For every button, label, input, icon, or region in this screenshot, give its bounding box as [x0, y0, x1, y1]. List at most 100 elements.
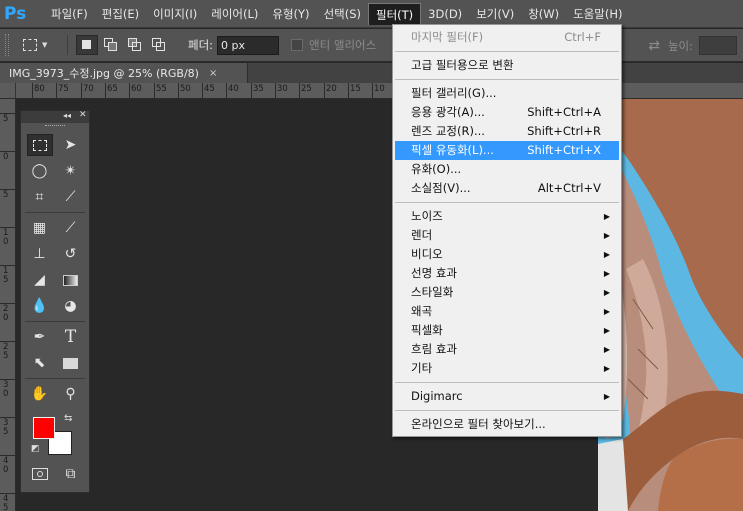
rect-marquee-tool[interactable] — [26, 134, 53, 156]
menu-item-label: 비디오 — [411, 247, 443, 261]
clone-stamp-tool[interactable]: ⊥ — [27, 243, 53, 265]
brush-tool[interactable]: ⟋ — [58, 217, 84, 239]
history-brush-tool[interactable]: ↺ — [58, 243, 84, 265]
ruler-label: 60 — [131, 84, 142, 94]
gradient-tool[interactable] — [58, 269, 84, 291]
crop-tool[interactable]: ⌗ — [27, 186, 53, 208]
submenu-arrow-icon: ▶ — [603, 250, 610, 259]
menu-item-browse-filters-online[interactable]: 온라인으로 필터 찾아보기... — [393, 415, 621, 434]
menu-separator — [395, 79, 619, 80]
menu-item-liquify[interactable]: 픽셀 유동화(L)... Shift+Ctrl+X — [395, 141, 619, 160]
bandage-icon: ▦ — [32, 220, 47, 236]
document-tab[interactable]: IMG_3973_수정.jpg @ 25% (RGB/8) × — [0, 63, 248, 83]
feather-label: 페더: — [188, 38, 214, 52]
ruler-label: 50 — [180, 84, 191, 94]
menu-3d[interactable]: 3D(D) — [421, 3, 469, 25]
height-input[interactable] — [699, 36, 737, 55]
collapse-panel-icon[interactable]: ◂◂ — [63, 111, 71, 120]
dodge-icon: ◕ — [64, 298, 77, 314]
eyedropper-tool[interactable]: ⟋ — [58, 186, 84, 208]
document-tab-bar: IMG_3973_수정.jpg @ 25% (RGB/8) × — [0, 63, 743, 83]
vertical-ruler[interactable]: 5 0 5 10 15 20 25 30 35 40 45 — [0, 99, 16, 511]
menu-image[interactable]: 이미지(I) — [146, 3, 204, 25]
ruler-label: 20 — [3, 304, 9, 323]
ruler-label: 70 — [83, 84, 94, 94]
dodge-tool[interactable]: ◕ — [58, 295, 84, 317]
ruler-label: 45 — [3, 494, 9, 511]
menu-filter[interactable]: 필터(T) — [368, 2, 422, 25]
subtract-from-selection-button[interactable] — [124, 35, 146, 55]
menu-type[interactable]: 유형(Y) — [265, 3, 316, 25]
ruler-origin[interactable] — [0, 83, 16, 99]
default-colors-icon[interactable]: ◩ — [31, 444, 40, 454]
menu-item-vanishing-point[interactable]: 소실점(V)... Alt+Ctrl+V — [393, 179, 621, 198]
path-selection-tool[interactable]: ⬉ — [27, 352, 53, 374]
tools-panel-grip[interactable] — [45, 125, 65, 132]
menu-item-pixelate[interactable]: 픽셀화 ▶ — [393, 321, 621, 340]
menu-item-last-filter[interactable]: 마지막 필터(F) Ctrl+F — [393, 28, 621, 47]
new-selection-button[interactable] — [76, 35, 98, 55]
tool-preset-picker[interactable]: ▼ — [23, 39, 53, 51]
zoom-tool[interactable]: ⚲ — [58, 383, 84, 405]
eyedropper-icon: ⟋ — [65, 189, 76, 205]
menu-item-adaptive-wide-angle[interactable]: 응용 광각(A)... Shift+Ctrl+A — [393, 103, 621, 122]
magic-wand-tool[interactable]: ✴ — [58, 160, 84, 182]
horizontal-ruler[interactable]: 807570656055504540353025201510505 — [16, 83, 743, 99]
menu-item-render[interactable]: 렌더 ▶ — [393, 226, 621, 245]
menu-file[interactable]: 파일(F) — [44, 3, 95, 25]
menu-help[interactable]: 도움말(H) — [566, 3, 629, 25]
menu-edit[interactable]: 편집(E) — [95, 3, 146, 25]
feather-input[interactable]: 0 px — [217, 35, 280, 55]
menu-view[interactable]: 보기(V) — [469, 3, 521, 25]
ruler-label: 5 — [3, 190, 9, 200]
options-bar-grip[interactable] — [5, 34, 9, 56]
quick-mask-button[interactable] — [27, 463, 53, 485]
menu-item-shortcut: Shift+Ctrl+A — [527, 105, 601, 119]
menu-separator — [395, 202, 619, 203]
selection-mode-group — [67, 35, 172, 55]
menu-select[interactable]: 선택(S) — [317, 3, 368, 25]
ruler-tick — [324, 83, 325, 98]
ruler-label: 15 — [350, 84, 361, 94]
screen-mode-button[interactable]: ⧉ — [58, 463, 84, 485]
menu-item-filter-gallery[interactable]: 필터 갤러리(G)... — [393, 84, 621, 103]
type-tool[interactable]: T — [58, 326, 84, 348]
tools-panel-header[interactable]: ◂◂ ✕ — [21, 110, 89, 123]
menu-item-distort[interactable]: 왜곡 ▶ — [393, 302, 621, 321]
move-tool[interactable]: ➤ — [58, 134, 84, 156]
eraser-tool[interactable]: ◢ — [27, 269, 53, 291]
ruler-tick — [129, 83, 130, 98]
submenu-arrow-icon: ▶ — [603, 212, 610, 221]
menu-item-stylize[interactable]: 스타일화 ▶ — [393, 283, 621, 302]
blur-tool[interactable]: 💧 — [27, 295, 53, 317]
ruler-label: 75 — [58, 84, 69, 94]
menu-item-other[interactable]: 기타 ▶ — [393, 359, 621, 378]
foreground-color-swatch[interactable] — [33, 417, 55, 439]
menu-window[interactable]: 창(W) — [521, 3, 566, 25]
close-panel-icon[interactable]: ✕ — [79, 110, 87, 120]
hand-tool[interactable]: ✋ — [27, 383, 53, 405]
swap-colors-icon[interactable]: ⇆ — [64, 413, 72, 424]
swap-width-height-icon[interactable]: ⇄ — [648, 38, 660, 54]
intersect-selection-button[interactable] — [148, 35, 170, 55]
spot-healing-tool[interactable]: ▦ — [27, 217, 53, 239]
chevron-down-icon: ▼ — [42, 41, 48, 49]
ruler-label: 65 — [107, 84, 118, 94]
add-to-selection-button[interactable] — [100, 35, 122, 55]
menu-item-video[interactable]: 비디오 ▶ — [393, 245, 621, 264]
menu-item-convert-smart-filters[interactable]: 고급 필터용으로 변환 — [393, 56, 621, 75]
rect-marquee-icon — [23, 39, 37, 51]
menu-item-lens-correction[interactable]: 렌즈 교정(R)... Shift+Ctrl+R — [393, 122, 621, 141]
menu-item-oil-paint[interactable]: 유화(O)... — [393, 160, 621, 179]
antialias-checkbox[interactable] — [291, 39, 304, 51]
rectangle-shape-tool[interactable] — [58, 352, 84, 374]
lasso-tool[interactable]: ◯ — [27, 160, 53, 182]
menu-item-noise[interactable]: 노이즈 ▶ — [393, 207, 621, 226]
menu-item-sharpen[interactable]: 선명 효과 ▶ — [393, 264, 621, 283]
menu-layer[interactable]: 레이어(L) — [204, 3, 265, 25]
menu-item-blur[interactable]: 흐림 효과 ▶ — [393, 340, 621, 359]
pen-tool[interactable]: ✒ — [27, 326, 53, 348]
menu-item-digimarc[interactable]: Digimarc ▶ — [393, 387, 621, 406]
color-swatches: ⇆ ◩ — [21, 411, 89, 459]
close-icon[interactable]: × — [209, 68, 217, 79]
